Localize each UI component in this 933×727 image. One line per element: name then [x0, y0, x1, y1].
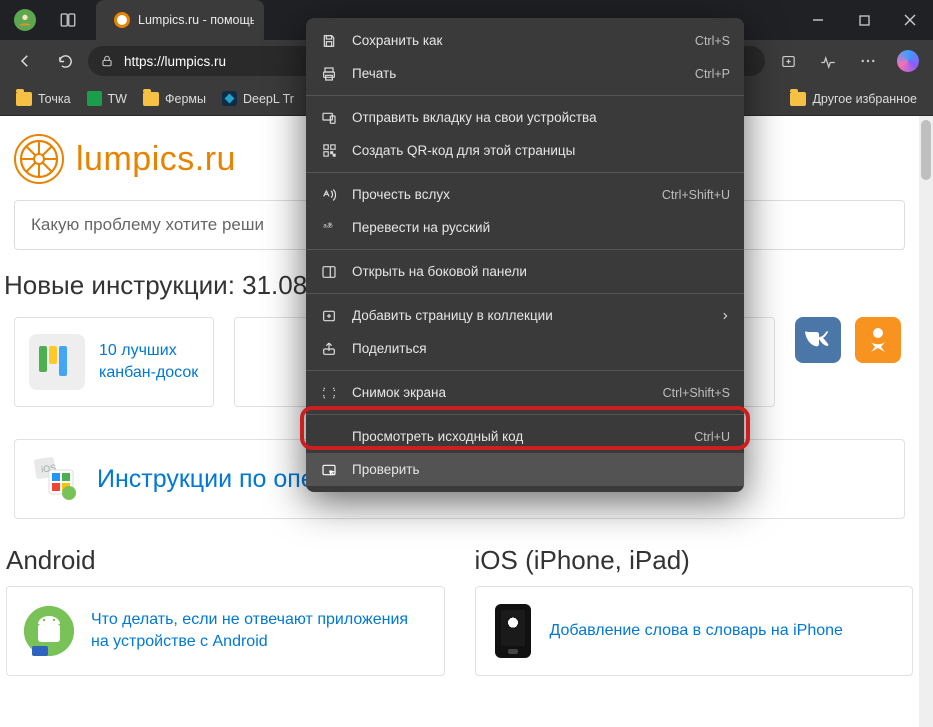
other-bookmarks[interactable]: Другое избранное	[784, 88, 923, 110]
vk-icon[interactable]	[795, 317, 841, 363]
page-scrollbar[interactable]	[919, 116, 933, 727]
performance-button[interactable]	[811, 44, 845, 78]
collections-icon	[320, 308, 338, 324]
menu-print[interactable]: Печать Ctrl+P	[306, 57, 744, 90]
menu-qr-code[interactable]: Создать QR-код для этой страницы	[306, 134, 744, 167]
site-logo[interactable]	[14, 134, 64, 184]
menu-collections[interactable]: Добавить страницу в коллекции	[306, 299, 744, 332]
scrollbar-thumb[interactable]	[921, 120, 931, 180]
android-icon	[24, 606, 74, 656]
copilot-icon	[897, 50, 919, 72]
menu-screenshot[interactable]: Снимок экрана Ctrl+Shift+S	[306, 376, 744, 409]
menu-save-as[interactable]: Сохранить как Ctrl+S	[306, 24, 744, 57]
iphone-icon	[495, 604, 531, 658]
article-card[interactable]: Что делать, если не отвечают приложения …	[6, 586, 445, 676]
lock-icon	[100, 54, 114, 68]
save-icon	[320, 33, 338, 49]
read-aloud-icon	[320, 187, 338, 203]
refresh-button[interactable]	[48, 44, 82, 78]
screenshot-icon	[320, 385, 338, 401]
devices-icon	[320, 110, 338, 126]
article-link[interactable]: 10 лучших канбан-досок	[99, 340, 199, 383]
os-icon: iOS	[33, 456, 79, 502]
site-title: lumpics.ru	[76, 140, 236, 179]
sheets-icon	[87, 91, 102, 106]
print-icon	[320, 66, 338, 82]
folder-icon	[143, 92, 159, 106]
article-card[interactable]: Добавление слова в словарь на iPhone	[475, 586, 914, 676]
article-link[interactable]: Что делать, если не отвечают приложения …	[91, 609, 430, 652]
menu-share[interactable]: Поделиться	[306, 332, 744, 365]
android-header: Android	[6, 545, 445, 576]
menu-view-source[interactable]: Просмотреть исходный код Ctrl+U	[306, 420, 744, 453]
back-button[interactable]	[8, 44, 42, 78]
tab-title: Lumpics.ru - помощь с	[138, 13, 254, 27]
folder-icon	[16, 92, 32, 106]
bookmark-item[interactable]: Фермы	[137, 88, 212, 110]
maximize-button[interactable]	[841, 0, 887, 40]
profile-avatar[interactable]	[14, 9, 36, 31]
ok-icon[interactable]	[855, 317, 901, 363]
browser-tab[interactable]: Lumpics.ru - помощь с	[104, 0, 264, 40]
svg-text:aあ: aあ	[323, 222, 333, 230]
article-card[interactable]: 10 лучших канбан-досок	[14, 317, 214, 407]
social-links	[795, 317, 905, 407]
browser-window: Lumpics.ru - помощь с https://lumpics.ru…	[0, 0, 933, 727]
inspect-icon	[320, 462, 338, 478]
menu-side-panel[interactable]: Открыть на боковой панели	[306, 255, 744, 288]
url-host: ://lumpics.ru	[153, 54, 226, 69]
bookmark-item[interactable]: DeepL Tr	[216, 87, 300, 110]
close-button[interactable]	[887, 0, 933, 40]
workspaces-button[interactable]	[54, 6, 82, 34]
chevron-right-icon	[720, 311, 730, 321]
menu-read-aloud[interactable]: Прочесть вслух Ctrl+Shift+U	[306, 178, 744, 211]
bookmark-item[interactable]: TW	[81, 87, 133, 110]
menu-send-tab[interactable]: Отправить вкладку на свои устройства	[306, 101, 744, 134]
translate-icon: aあ	[320, 220, 338, 235]
share-icon	[320, 341, 338, 357]
article-link[interactable]: Добавление слова в словарь на iPhone	[550, 620, 843, 642]
ios-header: iOS (iPhone, iPad)	[475, 545, 914, 576]
bookmark-item[interactable]: Точка	[10, 88, 77, 110]
sidepanel-icon	[320, 264, 338, 280]
menu-inspect[interactable]: Проверить	[306, 453, 744, 486]
folder-icon	[790, 92, 806, 106]
context-menu: Сохранить как Ctrl+S Печать Ctrl+P Отпра…	[306, 18, 744, 492]
more-button[interactable]	[851, 44, 885, 78]
url-scheme: https	[124, 54, 153, 69]
deepl-icon	[222, 91, 237, 106]
window-controls	[795, 0, 933, 40]
collections-button[interactable]	[771, 44, 805, 78]
copilot-button[interactable]	[891, 44, 925, 78]
menu-translate[interactable]: aあ Перевести на русский	[306, 211, 744, 244]
favicon	[114, 12, 130, 28]
qr-icon	[320, 143, 338, 158]
minimize-button[interactable]	[795, 0, 841, 40]
